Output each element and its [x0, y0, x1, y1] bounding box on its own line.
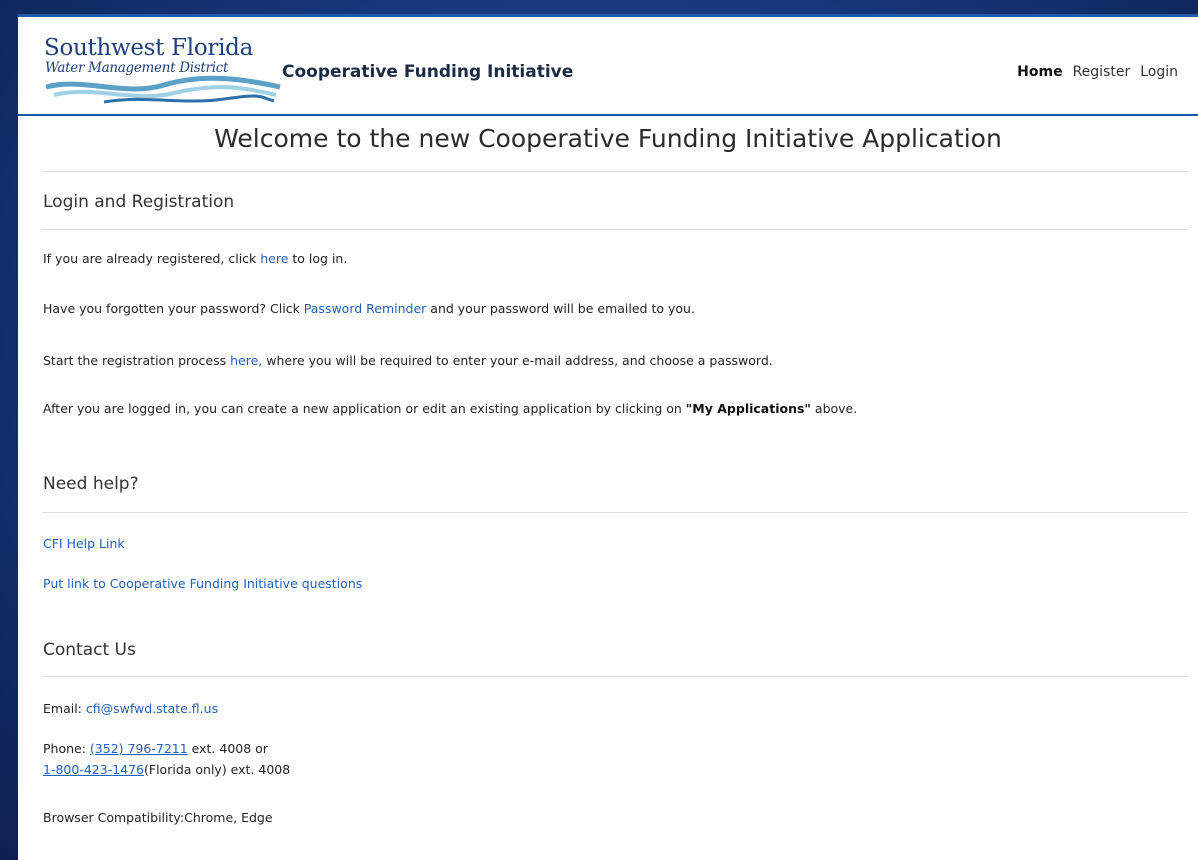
phone-row: Phone: (352) 796-7211 ext. 4008 or	[43, 741, 268, 756]
logo-line2: Water Management District	[45, 60, 229, 76]
registration-paragraph: Start the registration process here, whe…	[43, 353, 773, 368]
cfi-help-link[interactable]: CFI Help Link	[43, 536, 125, 551]
browser-page: Southwest Florida Water Management Distr…	[18, 14, 1198, 860]
page-title: Welcome to the new Cooperative Funding I…	[214, 124, 1002, 153]
help-section-title: Need help?	[43, 474, 139, 494]
top-nav: Home Register Login	[1017, 64, 1178, 80]
help-link-row: CFI Help Link	[43, 536, 125, 551]
logo-line1: Southwest Florida	[44, 35, 253, 61]
my-applications-text: "My Applications"	[685, 401, 811, 416]
phone1-link[interactable]: (352) 796-7211	[90, 741, 188, 756]
header-bottom-border	[18, 114, 1198, 116]
nav-login[interactable]: Login	[1140, 64, 1178, 80]
cfi-questions-link[interactable]: Put link to Cooperative Funding Initiati…	[43, 576, 362, 591]
text: Start the registration process	[43, 353, 231, 368]
brand-title[interactable]: Cooperative Funding Initiative	[282, 62, 573, 82]
divider	[42, 171, 1188, 172]
email-link[interactable]: cfi@swfwd.state.fl.us	[86, 701, 218, 716]
divider	[42, 676, 1188, 677]
divider	[42, 512, 1188, 513]
logo-waves-icon	[45, 75, 281, 104]
email-row: Email: cfi@swfwd.state.fl.us	[43, 701, 218, 716]
phone2-link[interactable]: 1-800-423-1476	[43, 762, 144, 777]
text: Have you forgotten your password? Click	[43, 301, 304, 316]
login-paragraph: If you are already registered, click her…	[43, 251, 347, 266]
site-header: Southwest Florida Water Management Distr…	[18, 17, 1198, 114]
district-logo[interactable]: Southwest Florida Water Management Distr…	[44, 35, 284, 105]
divider	[42, 229, 1188, 230]
phone-label: Phone:	[43, 741, 90, 756]
questions-link-row: Put link to Cooperative Funding Initiati…	[43, 576, 362, 591]
contact-section-title: Contact Us	[43, 640, 136, 660]
text: above.	[810, 401, 858, 416]
nav-register[interactable]: Register	[1073, 64, 1131, 80]
password-reminder-link[interactable]: Password Reminder	[304, 301, 427, 316]
phone2-row: 1-800-423-1476(Florida only) ext. 4008	[43, 762, 290, 777]
text: After you are logged in, you can create …	[43, 401, 686, 416]
browser-compatibility: Browser Compatibility:Chrome, Edge	[43, 810, 273, 825]
email-label: Email:	[43, 701, 86, 716]
text: to log in.	[288, 251, 348, 266]
text: where you will be required to enter your…	[262, 353, 773, 368]
password-paragraph: Have you forgotten your password? Click …	[43, 301, 695, 316]
applications-paragraph: After you are logged in, you can create …	[43, 401, 857, 416]
phone1-ext: ext. 4008 or	[187, 741, 268, 756]
phone2-ext: (Florida only) ext. 4008	[144, 762, 291, 777]
nav-home[interactable]: Home	[1017, 64, 1062, 80]
text: If you are already registered, click	[43, 251, 261, 266]
login-section-title: Login and Registration	[43, 192, 235, 212]
login-here-link[interactable]: here	[260, 251, 288, 266]
text: and your password will be emailed to you…	[426, 301, 695, 316]
register-here-link[interactable]: here,	[230, 353, 262, 368]
